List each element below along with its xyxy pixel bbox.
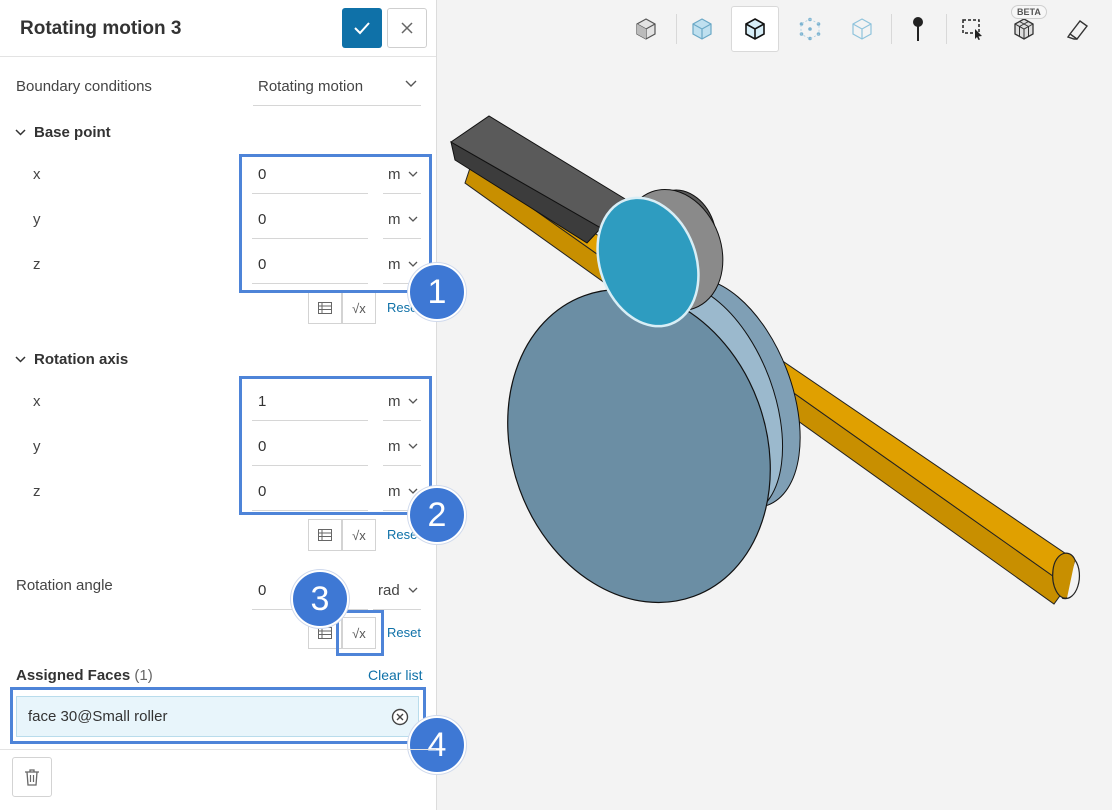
rotation-axis-y-label: y — [33, 438, 41, 455]
base-point-title: Base point — [34, 124, 111, 141]
boundary-conditions-value: Rotating motion — [258, 78, 364, 95]
3d-viewer[interactable]: BETA — [437, 0, 1112, 810]
delete-button[interactable] — [12, 757, 52, 797]
rotation-axis-title: Rotation axis — [34, 351, 129, 368]
check-icon — [354, 22, 370, 35]
chevron-down-icon — [15, 356, 26, 363]
table-button[interactable] — [308, 292, 342, 324]
formula-icon: √x — [352, 300, 366, 316]
rotation-angle-label: Rotation angle — [16, 577, 113, 594]
rotation-axis-toggle[interactable]: Rotation axis — [15, 351, 128, 368]
highlight-box-1 — [239, 154, 432, 293]
table-icon — [318, 627, 332, 639]
panel-header: Rotating motion 3 — [0, 0, 436, 57]
settings-panel: Rotating motion 3 Boundary conditions Ro… — [0, 0, 466, 810]
base-point-x-label: x — [33, 166, 41, 183]
close-button[interactable] — [387, 8, 427, 48]
chevron-down-icon — [408, 587, 418, 593]
rotation-angle-unit[interactable]: rad — [373, 572, 421, 610]
chevron-down-icon — [405, 80, 417, 87]
formula-button[interactable]: √x — [342, 519, 376, 551]
annotation-badge-3: 3 — [291, 570, 349, 628]
unit-label: rad — [378, 582, 400, 599]
panel-title: Rotating motion 3 — [20, 18, 182, 39]
formula-button[interactable]: √x — [342, 292, 376, 324]
base-point-y-label: y — [33, 211, 41, 228]
base-point-z-label: z — [33, 256, 41, 273]
assigned-faces-title: Assigned Faces (1) — [16, 667, 153, 684]
table-icon — [318, 302, 332, 314]
confirm-button[interactable] — [342, 8, 382, 48]
rotation-axis-z-label: z — [33, 483, 41, 500]
highlight-box-3 — [336, 610, 384, 656]
clear-list-link[interactable]: Clear list — [368, 667, 422, 683]
trash-icon — [25, 769, 39, 786]
boundary-conditions-label: Boundary conditions — [16, 78, 152, 95]
close-icon — [401, 22, 413, 34]
table-icon — [318, 529, 332, 541]
base-point-toggle[interactable]: Base point — [15, 124, 111, 141]
highlight-box-4 — [10, 687, 426, 744]
assigned-faces-count: (1) — [134, 667, 153, 684]
boundary-conditions-select[interactable]: Rotating motion — [253, 68, 421, 106]
rotation-angle-reset-link[interactable]: Reset — [387, 625, 421, 640]
chevron-down-icon — [15, 129, 26, 136]
footer-divider — [0, 749, 436, 750]
rotation-axis-x-label: x — [33, 393, 41, 410]
assigned-faces-label: Assigned Faces — [16, 667, 131, 684]
table-button[interactable] — [308, 519, 342, 551]
highlight-box-2 — [239, 376, 432, 515]
model-geometry[interactable] — [437, 0, 1112, 810]
formula-icon: √x — [352, 527, 366, 543]
